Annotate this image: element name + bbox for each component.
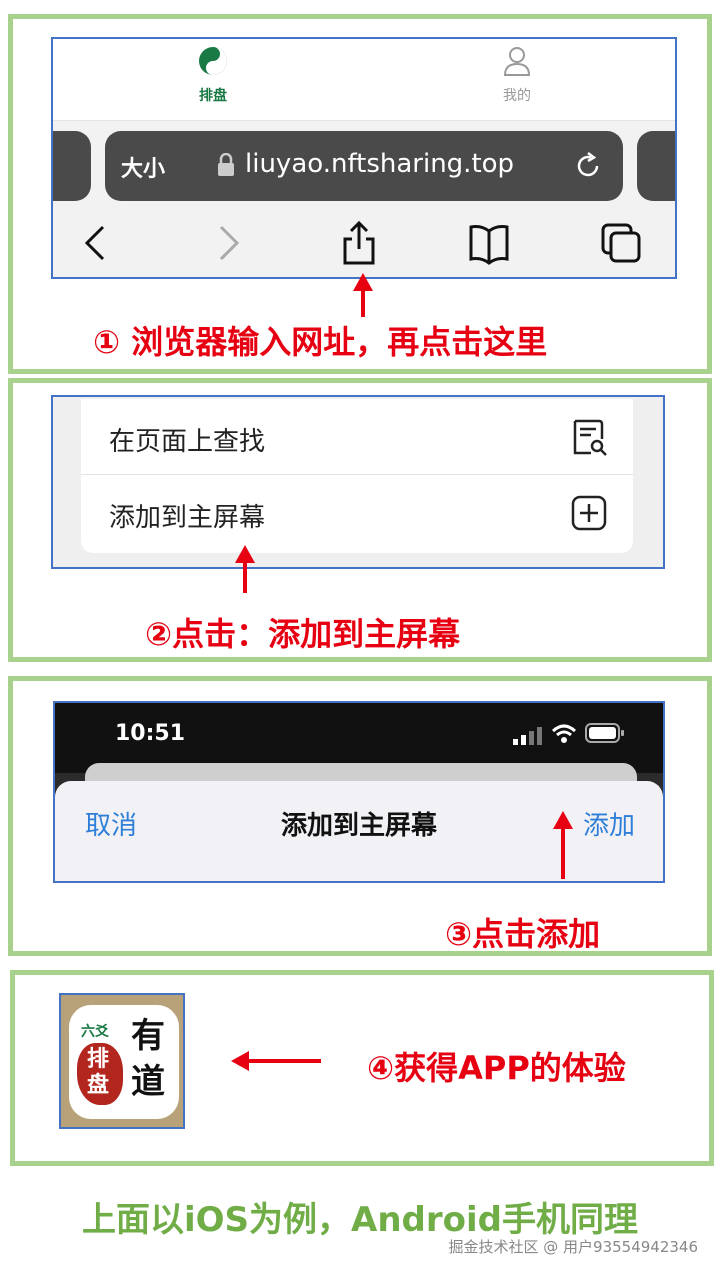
address-bar[interactable]: 大小 liuyao.nftsharing.top — [105, 131, 623, 201]
menu-item-label: 在页面上查找 — [109, 427, 266, 457]
add-sheet-screenshot: 10:51 添加到主屏幕 取消 添加 — [53, 701, 665, 883]
menu-item-find[interactable]: 在页面上查找 — [81, 399, 633, 475]
footer-note: 上面以iOS为例，Android手机同理 — [81, 1200, 639, 1240]
next-tab-pill[interactable] — [637, 131, 675, 201]
app-icon-small-text: 六爻 — [81, 1024, 109, 1040]
status-time: 10:51 — [115, 721, 186, 746]
tab-label: 我的 — [503, 88, 531, 104]
arrow-to-add-home — [235, 545, 255, 593]
bookmarks-icon[interactable] — [465, 219, 513, 267]
lock-icon — [218, 153, 234, 176]
arrow-to-share — [353, 273, 373, 317]
battery-icon — [585, 723, 624, 743]
app-tab-bar: 排盘 我的 — [53, 39, 675, 121]
text-size-button[interactable]: 大小 — [121, 151, 165, 183]
step3-caption: ③点击添加 — [445, 915, 601, 953]
tab-mine[interactable]: 我的 — [477, 45, 557, 105]
add-square-icon — [571, 495, 607, 531]
forward-icon[interactable] — [203, 219, 251, 267]
app-icon-seal-text: 排盘 — [87, 1047, 110, 1098]
app-icon-title: 有道 — [131, 1016, 165, 1102]
taichi-icon — [199, 47, 227, 75]
app-icon-screenshot: 六爻 排盘 有道 — [59, 993, 185, 1129]
arrow-to-add — [553, 811, 573, 879]
url-row: 大小 liuyao.nftsharing.top — [53, 131, 675, 203]
reload-icon[interactable] — [573, 151, 603, 181]
tab-label: 排盘 — [199, 88, 227, 104]
signal-icon — [513, 727, 542, 745]
step2-panel: 在页面上查找 添加到主屏幕 ②点击：添加到主屏幕 — [8, 378, 712, 662]
share-menu: 在页面上查找 添加到主屏幕 — [81, 399, 633, 553]
tabs-icon[interactable] — [597, 219, 645, 267]
add-to-home-sheet: 添加到主屏幕 取消 添加 — [55, 781, 663, 881]
step1-caption: ① 浏览器输入网址，再点击这里 — [93, 323, 548, 361]
add-button[interactable]: 添加 — [583, 805, 635, 842]
cancel-button[interactable]: 取消 — [85, 805, 137, 842]
left-arrow — [231, 1051, 321, 1071]
wifi-icon — [551, 724, 577, 743]
url-text: liuyao.nftsharing.top — [245, 149, 515, 179]
person-icon — [503, 47, 531, 76]
share-icon[interactable] — [335, 219, 383, 267]
browser-screenshot: 排盘 我的 大小 liuyao.nftsharing.top — [51, 37, 677, 279]
step4-panel: 六爻 排盘 有道 ④获得APP的体验 — [10, 970, 714, 1166]
step2-caption: ②点击：添加到主屏幕 — [145, 615, 461, 653]
share-menu-screenshot: 在页面上查找 添加到主屏幕 — [51, 395, 665, 569]
step4-caption: ④获得APP的体验 — [367, 1049, 626, 1087]
menu-item-label: 添加到主屏幕 — [109, 503, 266, 533]
app-icon[interactable]: 六爻 排盘 有道 — [69, 1005, 179, 1119]
browser-toolbar — [53, 211, 675, 277]
menu-item-add-home[interactable]: 添加到主屏幕 — [81, 475, 633, 551]
step3-panel: 10:51 添加到主屏幕 取消 添加 ③点击添加 — [8, 676, 712, 956]
find-on-page-icon — [573, 419, 607, 456]
tab-paipan[interactable]: 排盘 — [173, 45, 253, 105]
watermark: 掘金技术社区 @ 用户93554942346 — [448, 1238, 698, 1256]
back-icon[interactable] — [73, 219, 121, 267]
step1-panel: 排盘 我的 大小 liuyao.nftsharing.top ① 浏览器输入网址… — [8, 14, 712, 374]
prev-tab-pill[interactable] — [53, 131, 91, 201]
